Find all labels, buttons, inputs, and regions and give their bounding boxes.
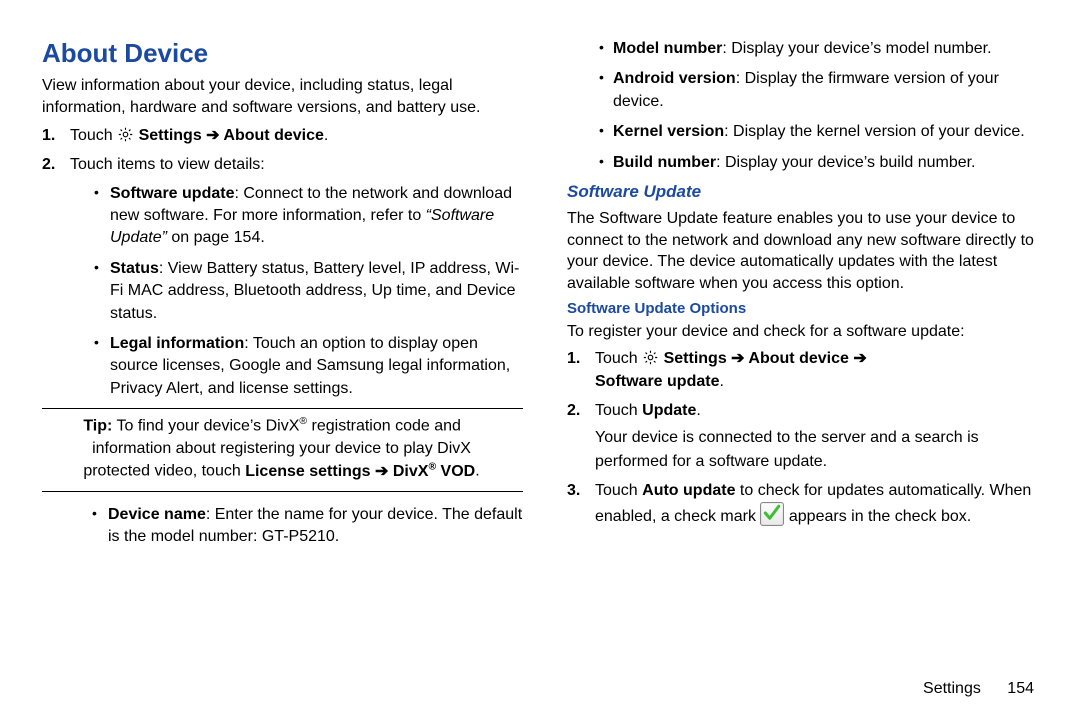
bullet-status: Status: View Battery status, Battery lev…: [110, 258, 523, 325]
su-step-2: Touch Update. Your device is connected t…: [595, 399, 1048, 473]
software-update-paragraph: The Software Update feature enables you …: [567, 208, 1048, 294]
heading-software-update: Software Update: [567, 182, 1048, 202]
heading-about-device: About Device: [42, 38, 523, 69]
footer-page-number: 154: [1007, 680, 1034, 697]
bullet-model-number: Model number: Display your device’s mode…: [613, 38, 1048, 60]
info-bullets: Model number: Display your device’s mode…: [567, 38, 1048, 174]
device-name-bullet-list: Device name: Enter the name for your dev…: [42, 504, 523, 549]
right-column: Model number: Display your device’s mode…: [545, 38, 1048, 710]
su-step-3: Touch Auto update to check for updates a…: [595, 479, 1048, 528]
step-2: Touch items to view details: Software up…: [70, 153, 523, 400]
heading-software-update-options: Software Update Options: [567, 300, 1048, 317]
su-step-1: Touch Settings ➔ About device ➔ Software…: [595, 347, 1048, 393]
left-column: About Device View information about your…: [42, 38, 545, 710]
gear-icon: [642, 349, 659, 366]
tip-box: Tip: To find your device’s DivX® registr…: [42, 408, 523, 492]
steps-list-left: Touch Settings ➔ About device. Touch ite…: [42, 124, 523, 400]
bullet-android-version: Android version: Display the firmware ve…: [613, 68, 1048, 113]
bullet-legal-information: Legal information: Touch an option to di…: [110, 333, 523, 400]
details-bullets: Software update: Connect to the network …: [70, 183, 523, 401]
gear-icon: [117, 126, 134, 143]
steps-list-right: Touch Settings ➔ About device ➔ Software…: [567, 347, 1048, 528]
register-text: To register your device and check for a …: [567, 321, 1048, 343]
intro-paragraph: View information about your device, incl…: [42, 75, 523, 118]
step-1: Touch Settings ➔ About device.: [70, 124, 523, 147]
bullet-software-update: Software update: Connect to the network …: [110, 183, 523, 250]
checkmark-icon: [760, 502, 784, 526]
bullet-build-number: Build number: Display your device’s buil…: [613, 152, 1048, 174]
bullet-kernel-version: Kernel version: Display the kernel versi…: [613, 121, 1048, 143]
page-footer: Settings 154: [923, 680, 1034, 698]
footer-section-label: Settings: [923, 680, 981, 697]
bullet-device-name: Device name: Enter the name for your dev…: [108, 504, 523, 549]
